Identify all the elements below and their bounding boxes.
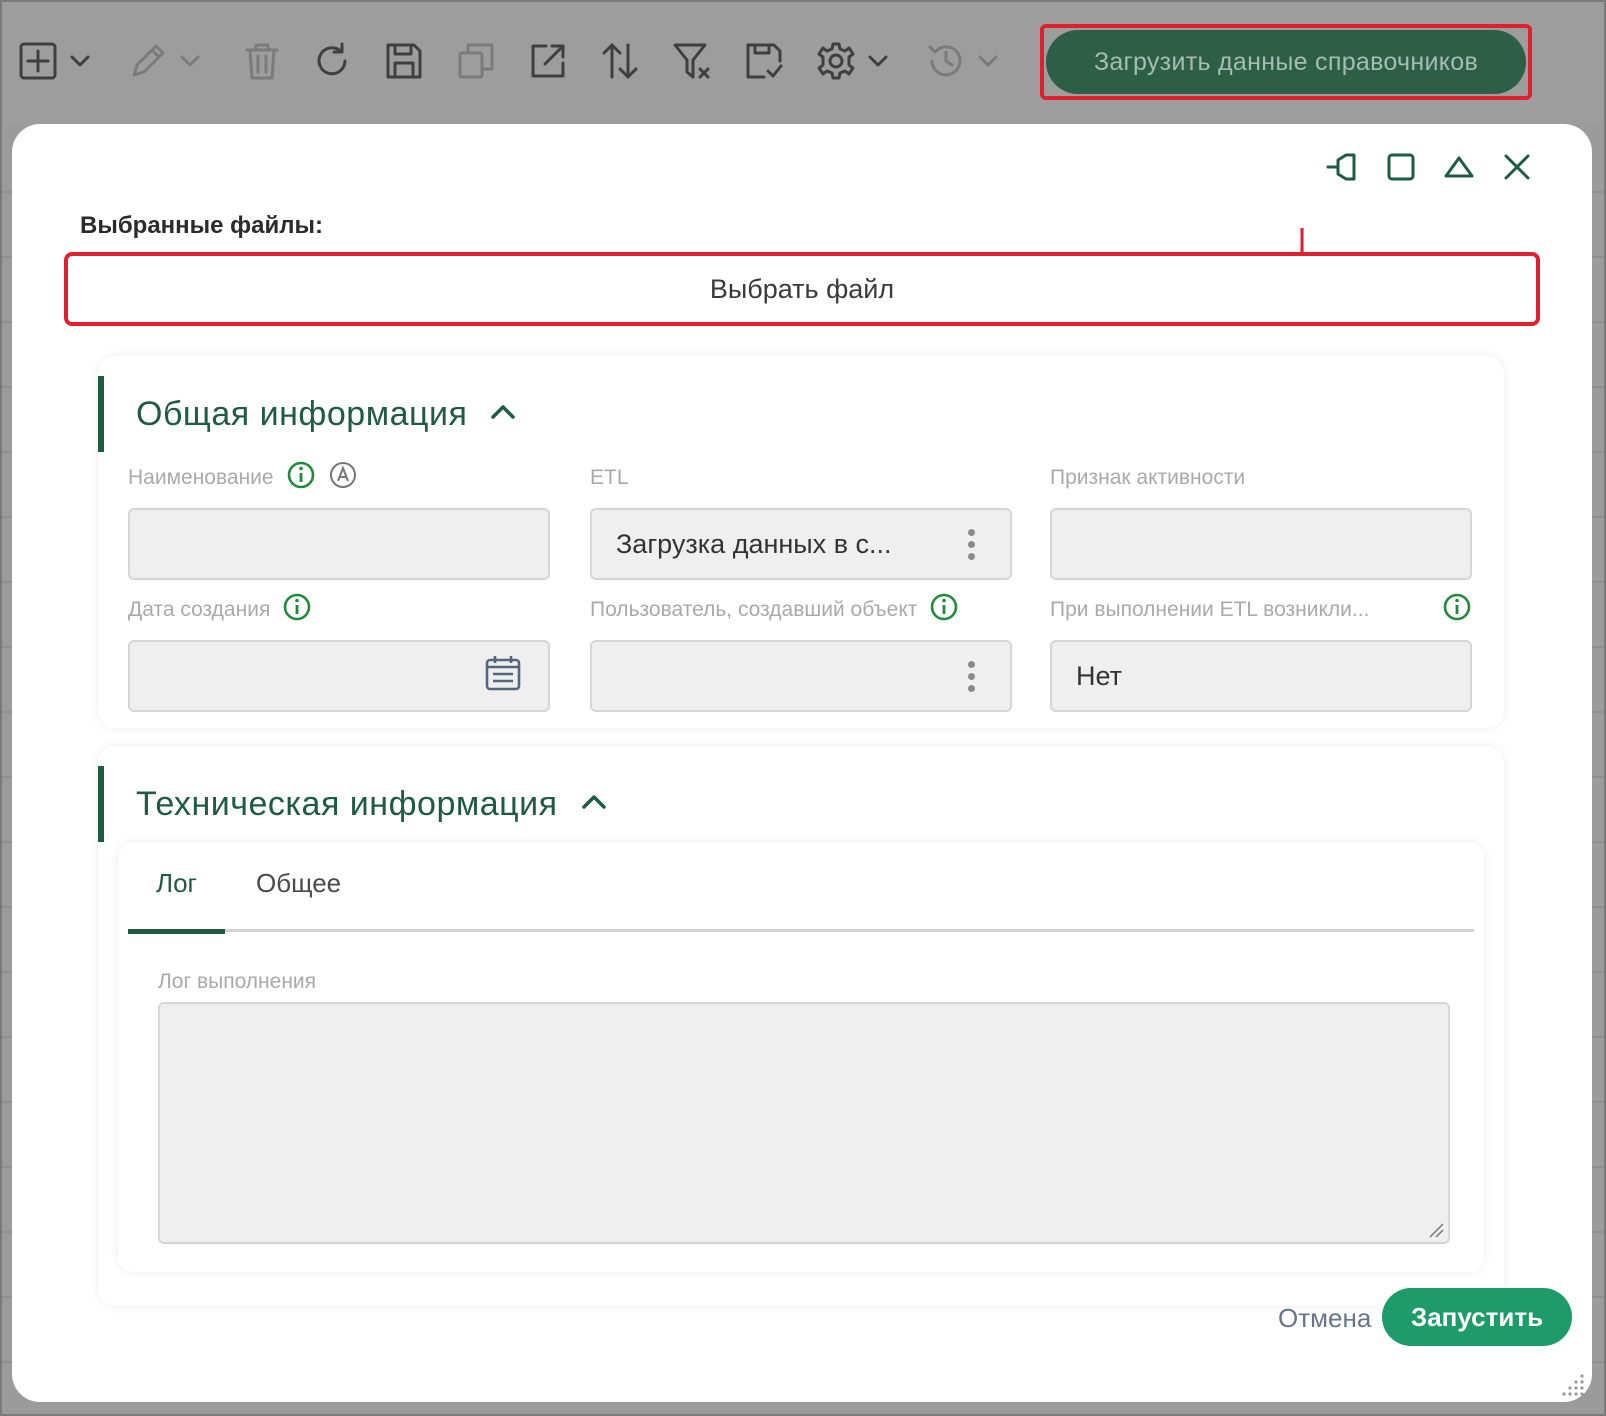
chevron-down-icon	[178, 49, 202, 78]
info-icon[interactable]	[282, 592, 312, 628]
save-view-button[interactable]	[744, 40, 784, 86]
save-button[interactable]	[384, 40, 424, 86]
active-flag-field: Признак активности	[1050, 460, 1472, 580]
delete-icon	[242, 41, 282, 86]
history-button[interactable]	[926, 40, 1000, 86]
gear-icon	[816, 41, 856, 86]
refresh-icon	[312, 41, 352, 86]
active-flag-input[interactable]	[1050, 508, 1472, 580]
save-view-icon	[744, 41, 784, 86]
etl-errors-value: Нет	[1076, 660, 1122, 691]
auto-translate-icon[interactable]	[328, 460, 358, 496]
chevron-down-icon	[866, 49, 890, 78]
choose-file-button[interactable]: Выбрать файл	[64, 252, 1540, 326]
copy-icon	[456, 41, 496, 86]
cancel-button[interactable]: Отмена	[1268, 1290, 1381, 1346]
chevron-up-icon[interactable]	[580, 788, 608, 821]
tab-log[interactable]: Лог	[128, 868, 226, 934]
more-options-icon[interactable]	[956, 528, 986, 560]
collapse-icon[interactable]	[1442, 150, 1476, 189]
dialog: Выбранные файлы: Выбрать файл Общая инфо…	[12, 124, 1592, 1402]
pin-icon[interactable]	[1326, 150, 1360, 189]
technical-info-card: Техническая информация Лог Общее Лог вып…	[98, 746, 1504, 1306]
info-icon[interactable]	[286, 460, 316, 496]
resize-grip-icon[interactable]	[1426, 1220, 1444, 1238]
more-options-icon[interactable]	[956, 660, 986, 692]
field-label: При выполнении ETL возникли...	[1050, 598, 1370, 621]
edit-icon	[128, 41, 168, 86]
general-info-card: Общая информация Наименование ETL Загруз…	[98, 356, 1504, 728]
chevron-down-icon	[68, 49, 92, 78]
section-title: Общая информация	[136, 394, 468, 433]
chevron-down-icon	[976, 49, 1000, 78]
refresh-button[interactable]	[312, 40, 352, 86]
tab-general[interactable]: Общее	[228, 868, 369, 932]
add-icon	[18, 41, 58, 86]
edit-button[interactable]	[128, 40, 202, 86]
name-field: Наименование	[128, 460, 550, 580]
log-label: Лог выполнения	[158, 970, 317, 993]
export-button[interactable]	[528, 40, 568, 86]
created-date-field: Дата создания	[128, 592, 550, 712]
info-icon[interactable]	[929, 592, 959, 628]
load-references-button[interactable]: Загрузить данные справочников	[1046, 30, 1526, 94]
tab-bar: Лог Общее	[128, 842, 1474, 934]
toolbar: Загрузить данные справочников	[0, 0, 1606, 126]
general-info-header[interactable]: Общая информация	[98, 376, 517, 452]
close-icon[interactable]	[1500, 150, 1534, 189]
etl-value: Загрузка данных в с...	[616, 528, 892, 559]
export-icon	[528, 41, 568, 86]
filter-clear-button[interactable]	[672, 40, 712, 86]
created-by-select[interactable]	[590, 640, 1012, 712]
selected-files-label: Выбранные файлы:	[80, 212, 323, 239]
log-textarea[interactable]	[158, 1002, 1450, 1244]
add-button[interactable]	[18, 40, 92, 86]
etl-errors-field: При выполнении ETL возникли... Нет	[1050, 592, 1472, 712]
calendar-icon[interactable]	[482, 652, 524, 701]
dialog-resize-icon[interactable]	[1556, 1368, 1586, 1398]
created-by-field: Пользователь, создавший объект	[590, 592, 1012, 712]
run-button[interactable]: Запустить	[1382, 1288, 1572, 1346]
sort-icon	[600, 41, 640, 86]
history-icon	[926, 41, 966, 86]
etl-errors-input[interactable]: Нет	[1050, 640, 1472, 712]
copy-button[interactable]	[456, 40, 496, 86]
etl-field: ETL Загрузка данных в с...	[590, 460, 1012, 580]
field-label: Наименование	[128, 466, 274, 489]
etl-select[interactable]: Загрузка данных в с...	[590, 508, 1012, 580]
maximize-icon[interactable]	[1384, 150, 1418, 189]
info-icon[interactable]	[1442, 592, 1472, 628]
field-label: ETL	[590, 466, 629, 489]
chevron-up-icon[interactable]	[489, 398, 517, 431]
name-input[interactable]	[128, 508, 550, 580]
dialog-window-controls	[1326, 150, 1534, 189]
section-title: Техническая информация	[136, 784, 558, 823]
field-label: Дата создания	[128, 598, 271, 621]
tabs-panel: Лог Общее Лог выполнения	[118, 842, 1484, 1272]
field-label: Признак активности	[1050, 466, 1246, 489]
settings-button[interactable]	[816, 40, 890, 86]
sort-button[interactable]	[600, 40, 640, 86]
filter-clear-icon	[672, 41, 712, 86]
delete-button[interactable]	[242, 40, 282, 86]
save-icon	[384, 41, 424, 86]
field-label: Пользователь, создавший объект	[590, 598, 918, 621]
created-date-input[interactable]	[128, 640, 550, 712]
technical-info-header[interactable]: Техническая информация	[98, 766, 608, 842]
